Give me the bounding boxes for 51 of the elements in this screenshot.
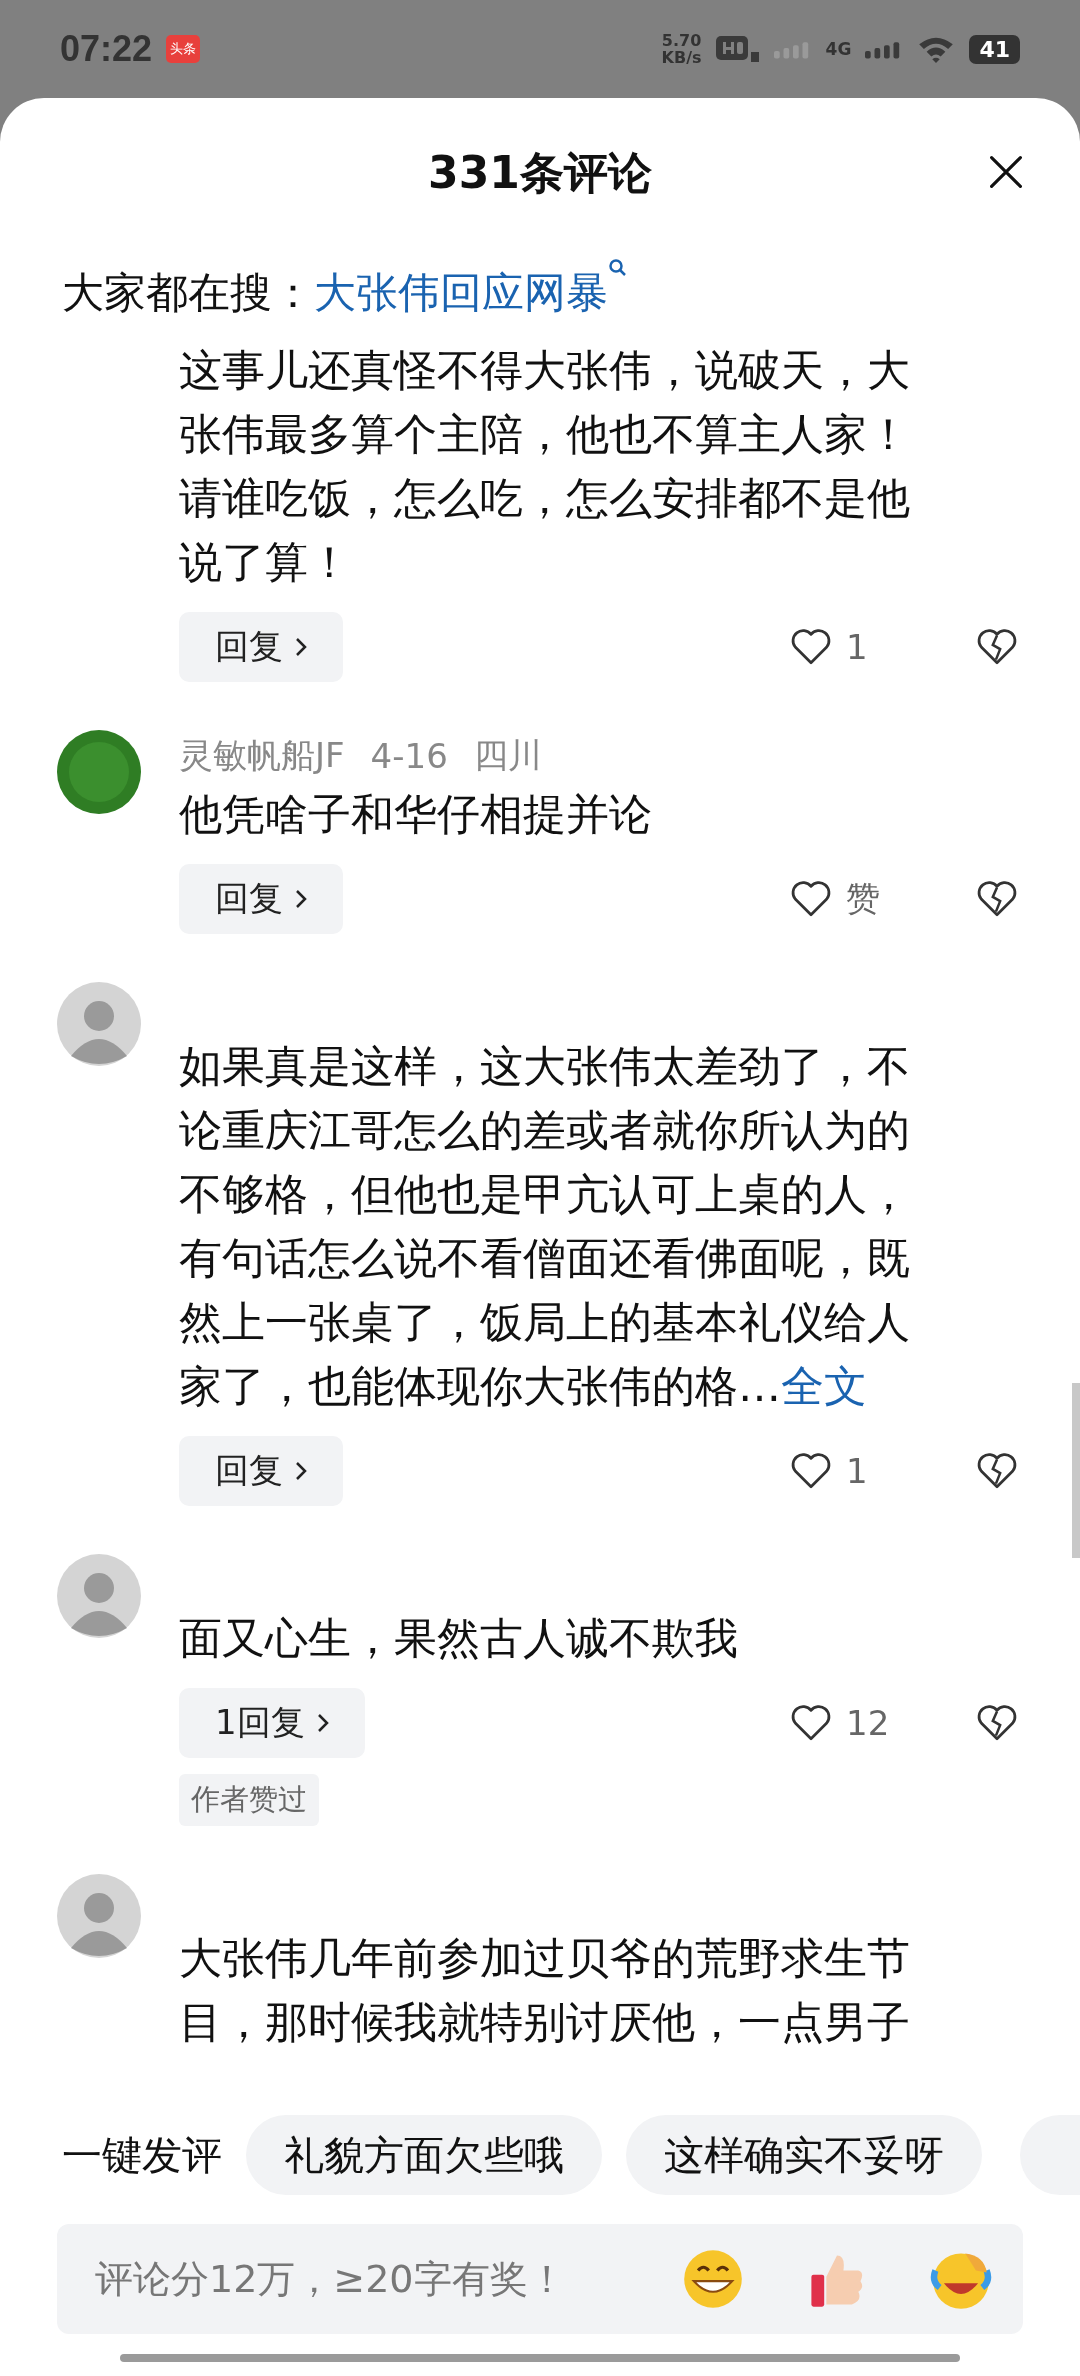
search-icon: [608, 258, 628, 278]
chevron-icon: [316, 1713, 329, 1733]
dislike-icon[interactable]: [976, 1704, 1018, 1742]
quick-comment-chip[interactable]: 这样确实不妥呀: [626, 2115, 982, 2195]
dislike-icon[interactable]: [976, 880, 1018, 918]
reply-button[interactable]: 回复: [179, 1436, 343, 1506]
comment-region: 四川: [473, 734, 542, 777]
quick-comment-label: 一键发评: [62, 2130, 222, 2180]
close-icon[interactable]: [988, 154, 1024, 190]
full-text-link[interactable]: 全文: [781, 1361, 867, 1411]
network-speed: 5.70 KB/s: [661, 32, 702, 66]
hot-search-link[interactable]: 大张伟回应网暴: [314, 265, 608, 321]
like-icon[interactable]: [790, 628, 832, 666]
like-icon[interactable]: [790, 880, 832, 918]
like-icon[interactable]: [790, 1452, 832, 1490]
app-badge: 头条: [166, 35, 201, 63]
network-type: 4G: [825, 39, 852, 59]
comment-text: 如果真是这样，这大张伟太差劲了，不 论重庆江哥怎么的差或者就你所认为的 不够格，但他也是甲亢认可上桌的人， 有句话怎么说不看僧面还看佛面呢，既 然上一张桌了，饭局上的基本礼仪给人 家了，也能体现你大张伟的格…全文: [179, 1040, 911, 1413]
comment-text: 他凭啥子和华仔相提并论: [179, 788, 653, 841]
like-count: 赞: [845, 877, 881, 920]
comment-text: 大张伟几年前参加过贝爷的荒野求生节 目，那时候我就特别讨厌他，一点男子: [179, 1932, 911, 2049]
like-count: 1: [845, 1451, 869, 1491]
comment-date: 4-16: [370, 736, 448, 776]
hd-voice-icon: [715, 34, 760, 64]
avatar[interactable]: [57, 982, 141, 1066]
reply-button[interactable]: 回复: [179, 612, 343, 682]
quick-comment-chip[interactable]: 礼貌方面欠些哦: [246, 2115, 602, 2195]
author-liked-tag: 作者赞过: [179, 1774, 319, 1826]
dislike-icon[interactable]: [976, 628, 1018, 666]
avatar[interactable]: [57, 1554, 141, 1638]
chevron-icon: [295, 637, 307, 657]
reply-button[interactable]: 1回复: [179, 1688, 365, 1758]
author-name[interactable]: 灵敏帆船JF: [179, 733, 345, 779]
sheet-title: 331条评论: [428, 145, 652, 200]
avatar[interactable]: [57, 1874, 141, 1958]
like-icon[interactable]: [790, 1704, 832, 1742]
dislike-icon[interactable]: [976, 1452, 1018, 1490]
avatar[interactable]: [57, 730, 141, 814]
reply-button[interactable]: 回复: [179, 864, 343, 934]
chevron-icon: [295, 1461, 307, 1481]
grinning-emoji-icon[interactable]: [681, 2247, 745, 2311]
chevron-icon: [295, 889, 307, 909]
comment-text: 这事儿还真怪不得大张伟，说破天，大 张伟最多算个主陪，他也不算主人家！ 请谁吃饭，怎么吃，怎么安排都不是他 说了算！: [179, 344, 911, 589]
comment-text: 面又心生，果然古人诚不欺我: [179, 1612, 739, 1665]
battery-icon: 41: [969, 34, 1020, 64]
status-time: 07:22: [60, 28, 153, 70]
comment-input[interactable]: 评论分12万，≥20字有奖！: [93, 2256, 621, 2302]
like-count: 12: [845, 1703, 891, 1743]
like-count: 1: [845, 627, 869, 667]
hot-search-label: 大家都在搜：: [62, 267, 314, 319]
wifi-icon: [917, 35, 956, 63]
